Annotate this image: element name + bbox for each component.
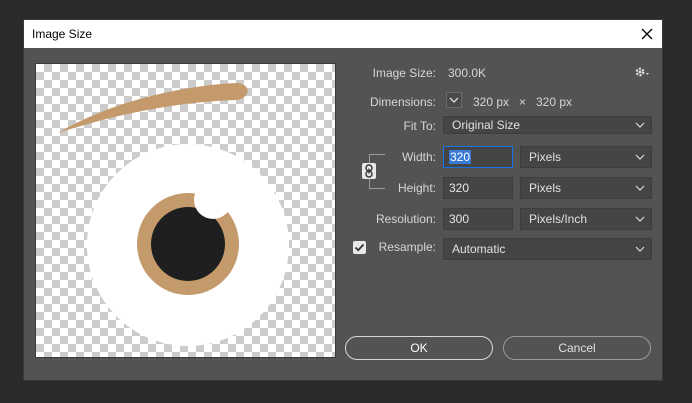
chain-link-icon (365, 164, 373, 178)
settings-gear-button[interactable] (634, 66, 650, 80)
fit-to-select[interactable]: Original Size (443, 116, 652, 134)
ok-button[interactable]: OK (345, 336, 493, 360)
resample-method-value: Automatic (452, 242, 506, 256)
resample-label: Resample: (378, 240, 436, 254)
width-value: 320 (449, 150, 472, 164)
dimensions-label: Dimensions: (369, 95, 436, 109)
chevron-down-icon (635, 122, 645, 128)
dimensions-height-value: 320 px (536, 95, 573, 109)
eyebrow-shape (58, 83, 248, 133)
constrain-proportions-toggle[interactable] (362, 163, 376, 179)
resample-checkbox[interactable] (353, 241, 366, 254)
height-label: Height: (397, 181, 436, 195)
chevron-down-icon (635, 246, 645, 252)
chevron-down-icon (449, 97, 459, 103)
image-preview[interactable] (35, 63, 336, 358)
height-unit-value: Pixels (529, 181, 562, 195)
constrain-bracket-bottom (369, 178, 385, 189)
chevron-down-icon (635, 154, 645, 160)
image-size-value: 300.0K (448, 66, 487, 80)
close-icon (641, 28, 653, 40)
width-unit-value: Pixels (529, 150, 562, 164)
dimensions-unit-toggle[interactable] (446, 92, 462, 108)
fit-to-value: Original Size (452, 118, 521, 132)
height-input[interactable]: 320 (443, 177, 513, 199)
image-size-dialog: Image Size Image Size: 300.0K Dimensions… (23, 19, 663, 381)
chevron-down-icon (635, 185, 645, 191)
resolution-unit-select[interactable]: Pixels/Inch (520, 208, 652, 230)
dimensions-width-value: 320 px (473, 95, 510, 109)
resolution-unit-value: Pixels/Inch (529, 212, 588, 226)
chevron-down-icon (635, 216, 645, 222)
width-unit-select[interactable]: Pixels (520, 146, 652, 168)
height-unit-select[interactable]: Pixels (520, 177, 652, 199)
resolution-input[interactable]: 300 (443, 208, 513, 230)
cancel-button[interactable]: Cancel (503, 336, 651, 360)
gear-icon (635, 67, 649, 77)
close-button[interactable] (632, 20, 662, 48)
resolution-label: Resolution: (375, 212, 436, 226)
fit-to-label: Fit To: (403, 119, 436, 133)
title-bar: Image Size (24, 20, 662, 48)
eye-image (58, 83, 289, 346)
width-label: Width: (401, 150, 436, 164)
eye-highlight (194, 181, 232, 219)
resample-method-select[interactable]: Automatic (443, 238, 652, 260)
width-input[interactable]: 320 (443, 146, 513, 168)
resolution-value: 300 (449, 212, 470, 226)
dimensions-times: × (519, 95, 527, 109)
dialog-title: Image Size (32, 27, 93, 41)
height-value: 320 (449, 181, 470, 195)
image-size-label: Image Size: (372, 66, 436, 80)
checkmark-icon (354, 243, 365, 252)
